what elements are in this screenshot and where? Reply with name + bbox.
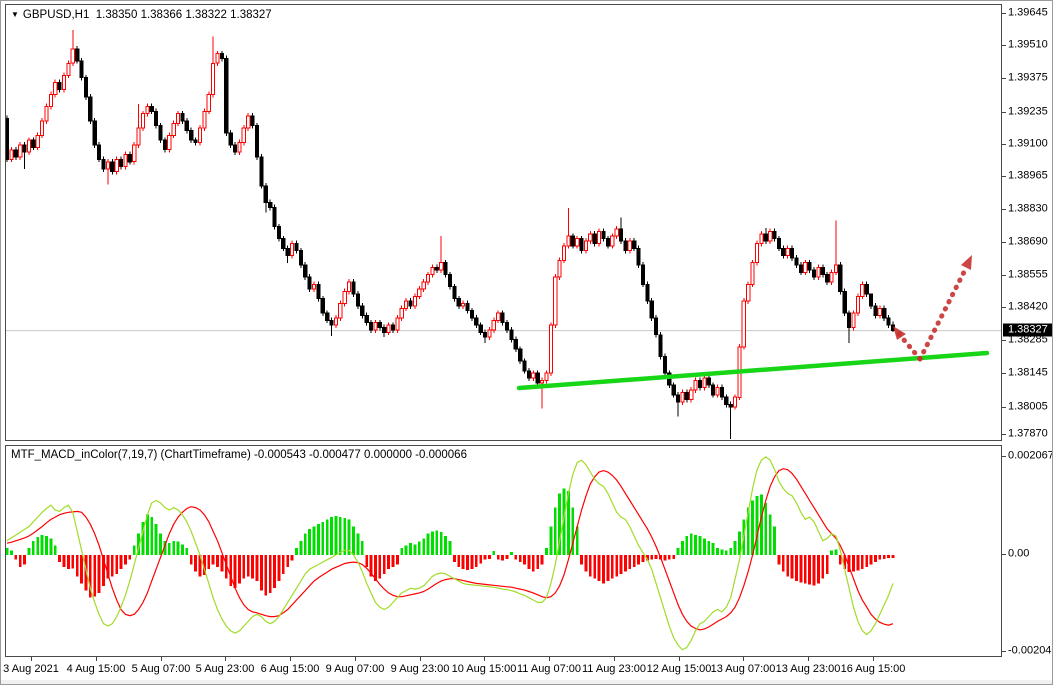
time-axis-tick <box>355 657 356 661</box>
macd-axis-tick <box>1002 554 1006 555</box>
price-axis-label: 1.39235 <box>1008 105 1048 117</box>
indicator-label: MTF_MACD_inColor(7,19,7) (ChartTimeframe… <box>11 449 467 461</box>
time-axis-tick <box>161 657 162 661</box>
macd-chart[interactable] <box>6 446 1001 656</box>
candles <box>6 30 896 439</box>
time-axis[interactable]: 3 Aug 2021 4 Aug 15:00 5 Aug 07:00 5 Aug 23… <box>1 657 1052 681</box>
time-axis-tick <box>743 657 744 661</box>
price-axis-tick <box>1002 242 1006 244</box>
ohlc-low: 1.38322 <box>185 9 227 21</box>
support-trendline[interactable] <box>516 350 990 391</box>
time-axis-tick <box>31 657 32 661</box>
time-axis-tick <box>808 657 809 661</box>
window-bottom-strip <box>1 680 1052 684</box>
ohlc-high: 1.38366 <box>140 9 183 21</box>
price-axis-label: 1.38830 <box>1008 202 1048 215</box>
ohlc-close: 1.38327 <box>230 9 272 21</box>
macd-axis-tick <box>1002 651 1006 652</box>
time-axis-tick <box>290 657 291 661</box>
price-axis-label: 1.38555 <box>1008 268 1048 281</box>
time-axis-tick <box>96 657 97 661</box>
price-axis-label: 1.38690 <box>1008 235 1048 248</box>
price-axis-label: 1.39510 <box>1008 38 1048 51</box>
price-axis-label: 1.39100 <box>1008 137 1048 150</box>
macd-axis-label: 0.002067 <box>1008 449 1053 462</box>
chart-menu-icon[interactable]: ▼ <box>11 10 19 19</box>
macd-indicator-panel[interactable]: MTF_MACD_inColor(7,19,7) (ChartTimeframe… <box>5 445 1002 657</box>
time-axis-tick <box>614 657 615 661</box>
price-axis-tick <box>1002 434 1006 435</box>
chart-ohlc-header: ▼ GBPUSD,H1 1.38350 1.38366 1.38322 1.383… <box>11 9 272 21</box>
price-axis-tick <box>1002 274 1006 276</box>
price-axis-tick <box>1002 176 1006 178</box>
price-axis-tick <box>1002 373 1006 375</box>
time-axis-tick <box>225 657 226 661</box>
macd-axis-tick <box>1002 456 1006 457</box>
price-axis-tick <box>1002 45 1006 47</box>
price-axis-label: 1.37870 <box>1008 427 1048 440</box>
price-chart-panel[interactable]: ▼ GBPUSD,H1 1.38350 1.38366 1.38322 1.383… <box>5 4 1002 441</box>
price-axis-tick <box>1002 13 1006 14</box>
projection-arrow-up <box>917 255 972 362</box>
macd-axis-label: -0.002049 <box>1008 644 1053 657</box>
price-axis-label: 1.39375 <box>1008 71 1048 84</box>
current-price-tag: 1.38327 <box>1003 323 1052 337</box>
symbol-period-label: GBPUSD,H1 <box>22 9 90 21</box>
price-axis-tick <box>1002 77 1006 79</box>
price-axis-tick <box>1002 407 1006 409</box>
macd-axis-label: 0.00 <box>1008 547 1030 560</box>
price-axis-label: 1.38965 <box>1008 169 1048 182</box>
price-axis-tick <box>1002 307 1006 309</box>
price-axis-tick <box>1002 339 1006 341</box>
chart-window: ▼ GBPUSD,H1 1.38350 1.38366 1.38322 1.383… <box>0 0 1053 685</box>
time-axis-tick <box>420 657 421 661</box>
price-axis-tick <box>1002 143 1006 145</box>
price-axis[interactable]: 1.38327 1.39645 1.39510 1.39375 1.39235 1.39… <box>1002 1 1053 684</box>
candlestick-chart[interactable] <box>6 5 1001 440</box>
time-axis-tick <box>679 657 680 661</box>
price-axis-label: 1.38005 <box>1008 400 1048 413</box>
ohlc-open: 1.38350 <box>95 9 138 21</box>
price-axis-tick <box>1002 111 1006 113</box>
price-axis-label: 1.38145 <box>1008 366 1048 379</box>
time-axis-tick <box>484 657 485 661</box>
time-axis-tick <box>873 657 874 661</box>
time-axis-tick <box>549 657 550 661</box>
time-axis-label: 16 Aug 15:00 <box>840 663 906 675</box>
price-axis-tick <box>1002 208 1006 210</box>
price-axis-label: 1.38420 <box>1008 300 1048 313</box>
price-axis-label: 1.39645 <box>1008 6 1048 19</box>
